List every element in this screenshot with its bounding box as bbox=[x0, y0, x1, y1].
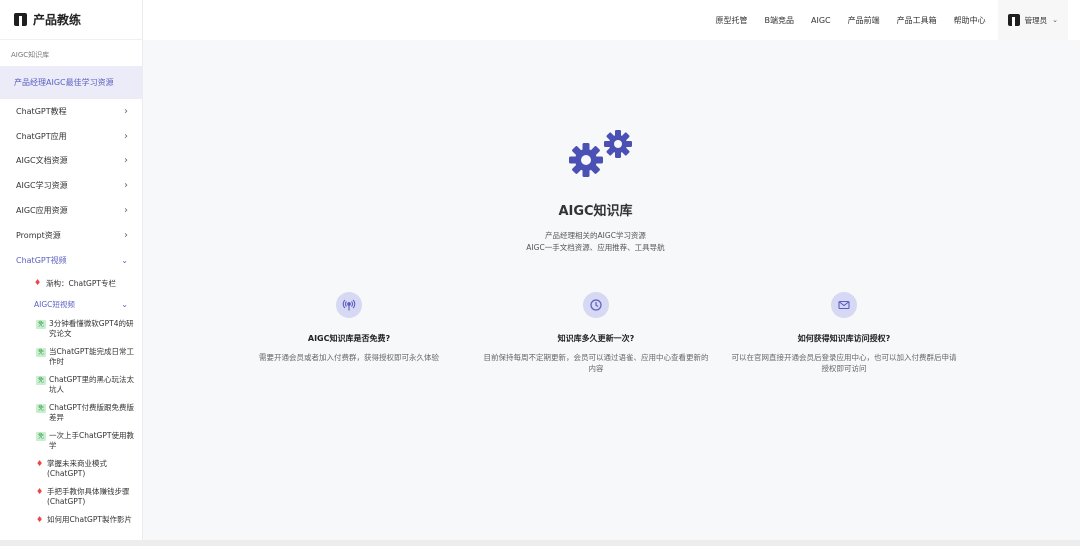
gem-icon: ♦ bbox=[36, 514, 44, 524]
list-item-label: 手把手教你具体赚钱步骤(ChatGPT) bbox=[47, 486, 130, 506]
feature-title: 知识库多久更新一次? bbox=[557, 334, 635, 343]
list-item-label: ChatGPT里的黑心玩法太坑人 bbox=[49, 374, 134, 394]
sidebar-item-label: AIGC学习资源 bbox=[16, 181, 68, 191]
free-badge: 免 bbox=[36, 347, 47, 357]
nav-link-aigc[interactable]: AIGC bbox=[811, 16, 831, 25]
feature-free: AIGC知识库是否免费? 需要开通会员或者加入付费群，获得授权即可永久体验 bbox=[234, 292, 464, 363]
hero-subtitle-2: AIGC一手文档资源、应用推荐、工具导航 bbox=[526, 243, 665, 252]
sidebar-item-aigc-docs[interactable]: AIGC文档资源 › bbox=[0, 149, 142, 174]
list-item[interactable]: 免 ChatGPT里的黑心玩法太坑人 bbox=[0, 371, 142, 399]
feature-desc: 可以在官网直接开通会员后登录应用中心，也可以加入付费群后申请授权即可访问 bbox=[731, 353, 957, 373]
feature-desc: 需要开通会员或者加入付费群，获得授权即可永久体验 bbox=[259, 353, 439, 362]
sidebar-item-chatgpt-apps[interactable]: ChatGPT应用 › bbox=[0, 124, 142, 149]
sidebar-item-chatgpt-tutorial[interactable]: ChatGPT教程 › bbox=[0, 99, 142, 124]
sidebar-item-chatgpt-video[interactable]: ChatGPT视频 ⌄ bbox=[0, 248, 142, 273]
sidebar-item-active[interactable]: 产品经理AIGC最佳学习资源 bbox=[0, 66, 142, 99]
sidebar-item-label: ChatGPT视频 bbox=[16, 255, 67, 265]
list-item-label: 如何用ChatGPT製作影片 bbox=[47, 514, 132, 524]
chevron-right-icon: › bbox=[124, 205, 128, 217]
feature-update: 知识库多久更新一次? 目前保持每周不定期更新，会员可以通过语雀、应用中心查看更新… bbox=[481, 292, 711, 374]
sidebar-item-label: AIGC应用资源 bbox=[16, 206, 68, 216]
user-name: 管理员 bbox=[1024, 15, 1048, 25]
feature-access: 如何获得知识库访问授权? 可以在官网直接开通会员后登录应用中心，也可以加入付费群… bbox=[729, 292, 959, 374]
sidebar-subitem-label: 渐构：ChatGPT专栏 bbox=[46, 278, 116, 288]
nav-link-toolbox[interactable]: 产品工具箱 bbox=[897, 15, 937, 26]
list-item-label: 3分钟看懂微软GPT4的研究论文 bbox=[49, 318, 134, 338]
feature-title: 如何获得知识库访问授权? bbox=[797, 334, 891, 343]
main-content: AIGC知识库 产品经理相关的AIGC学习资源 AIGC一手文档资源、应用推荐、… bbox=[143, 40, 1080, 546]
hero-subtitle-1: 产品经理相关的AIGC学习资源 bbox=[545, 231, 646, 240]
free-badge: 免 bbox=[36, 431, 47, 441]
sidebar-item-aigc-apps[interactable]: AIGC应用资源 › bbox=[0, 198, 142, 223]
top-nav: 原型托管 B端竞品 AIGC 产品前端 产品工具箱 帮助中心 管理员 ⌄ bbox=[143, 0, 1080, 40]
feature-desc: 目前保持每周不定期更新，会员可以通过语雀、应用中心查看更新的内容 bbox=[483, 353, 709, 373]
mail-icon bbox=[831, 292, 857, 318]
chevron-right-icon: › bbox=[124, 229, 128, 241]
list-item[interactable]: 免 一次上手ChatGPT使用教学 bbox=[0, 427, 142, 455]
chevron-down-icon: ⌄ bbox=[1052, 16, 1058, 24]
sidebar-item-label: ChatGPT教程 bbox=[16, 106, 67, 116]
list-item[interactable]: ♦ 如何用ChatGPT製作影片 bbox=[0, 511, 142, 529]
sidebar-item-prompt[interactable]: Prompt资源 › bbox=[0, 223, 142, 248]
list-item-label: ChatGPT付费版跟免费版差异 bbox=[49, 402, 134, 422]
broadcast-icon bbox=[336, 292, 362, 318]
gear-icon bbox=[569, 130, 632, 177]
chevron-right-icon: › bbox=[124, 180, 128, 192]
nav-link-help[interactable]: 帮助中心 bbox=[954, 15, 986, 26]
list-item-label: 掌握未来商业模式(ChatGPT) bbox=[47, 458, 107, 478]
sidebar-item-aigc-learning[interactable]: AIGC学习资源 › bbox=[0, 173, 142, 198]
free-badge: 免 bbox=[36, 403, 47, 413]
sidebar-item-label: Prompt资源 bbox=[16, 230, 61, 240]
list-item[interactable]: ♦ 掌握未来商业模式(ChatGPT) bbox=[0, 455, 142, 483]
gem-icon: ♦ bbox=[36, 486, 44, 496]
chevron-down-icon: ⌄ bbox=[121, 299, 128, 309]
sidebar-item-label: AIGC文档资源 bbox=[16, 156, 68, 166]
sidebar-section-label: AIGC知识库 bbox=[11, 51, 50, 59]
list-item-label: 当ChatGPT能完成日常工作时 bbox=[49, 346, 134, 366]
chevron-right-icon: › bbox=[124, 130, 128, 142]
brand-name: 产品教练 bbox=[33, 13, 82, 27]
user-menu[interactable]: 管理员 ⌄ bbox=[997, 0, 1068, 40]
sidebar-item-label: ChatGPT应用 bbox=[16, 131, 67, 141]
horizontal-scrollbar[interactable] bbox=[0, 540, 1080, 546]
brand-logo-icon bbox=[14, 13, 27, 26]
sidebar-subitem-short-video[interactable]: AIGC短视频 ⌄ bbox=[0, 294, 142, 315]
gem-icon: ♦ bbox=[34, 278, 42, 288]
chevron-down-icon: ⌄ bbox=[121, 255, 128, 265]
avatar bbox=[1007, 14, 1020, 26]
feature-title: AIGC知识库是否免费? bbox=[307, 334, 391, 343]
clock-icon bbox=[583, 292, 609, 318]
list-item[interactable]: ♦ 手把手教你具体赚钱步骤(ChatGPT) bbox=[0, 483, 142, 511]
chevron-right-icon: › bbox=[124, 155, 128, 167]
list-item[interactable]: 免 ChatGPT付费版跟免费版差异 bbox=[0, 399, 142, 427]
list-item[interactable]: 免 3分钟看懂微软GPT4的研究论文 bbox=[0, 315, 142, 343]
list-item[interactable]: 免 当ChatGPT能完成日常工作时 bbox=[0, 343, 142, 371]
sidebar-subitem-column[interactable]: ♦ 渐构：ChatGPT专栏 bbox=[0, 273, 142, 294]
sidebar: 产品教练 AIGC知识库 产品经理AIGC最佳学习资源 ChatGPT教程 › … bbox=[0, 0, 143, 546]
nav-link-frontend[interactable]: 产品前端 bbox=[848, 15, 880, 26]
nav-link-prototype[interactable]: 原型托管 bbox=[716, 15, 748, 26]
chevron-right-icon: › bbox=[124, 105, 128, 117]
sidebar-subitem-label: AIGC短视频 bbox=[34, 299, 75, 309]
gem-icon: ♦ bbox=[36, 458, 44, 468]
free-badge: 免 bbox=[36, 319, 47, 329]
free-badge: 免 bbox=[36, 375, 47, 385]
list-item-label: 一次上手ChatGPT使用教学 bbox=[49, 430, 134, 450]
page-title: AIGC知识库 bbox=[558, 204, 633, 219]
brand[interactable]: 产品教练 bbox=[0, 0, 142, 40]
nav-link-b-end[interactable]: B端竞品 bbox=[765, 15, 795, 26]
